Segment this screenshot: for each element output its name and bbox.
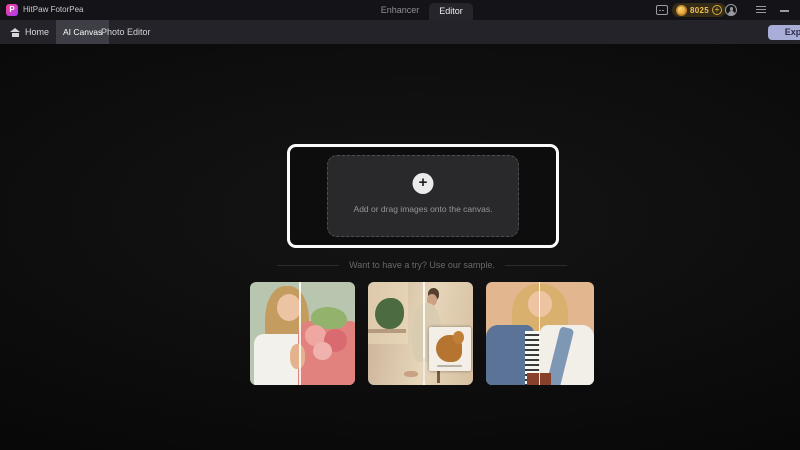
add-credits-button[interactable]: + xyxy=(712,5,722,15)
flower-shape xyxy=(313,341,332,361)
before-after-split-line xyxy=(422,282,425,385)
export-button[interactable]: Export xyxy=(768,25,800,40)
profile-head-shape xyxy=(729,7,733,11)
sample-image-add-dog[interactable] xyxy=(368,282,473,385)
image-dropzone[interactable]: + Add or drag images onto the canvas. xyxy=(327,155,519,237)
before-after-split-line xyxy=(538,282,541,385)
tab-enhancer[interactable]: Enhancer xyxy=(374,0,426,20)
dog-caption-mark xyxy=(437,364,463,367)
divider-line xyxy=(504,264,567,266)
nav-item-photo-editor[interactable]: Photo Editor xyxy=(97,20,155,44)
message-icon[interactable] xyxy=(656,5,668,15)
app-logo-icon: P xyxy=(6,4,18,16)
sample-image-flower-bouquet[interactable] xyxy=(250,282,355,385)
app-title: HitPaw FotorPea xyxy=(23,5,84,14)
add-image-plus-icon[interactable]: + xyxy=(412,173,434,194)
sample-prompt-row: Want to have a try? Use our sample. xyxy=(242,258,602,272)
credits-badge[interactable]: 8025 + xyxy=(672,3,726,17)
title-bar: P HitPaw FotorPea Enhancer Editor 8025 + xyxy=(0,0,800,20)
nav-item-home[interactable]: Home xyxy=(10,20,49,44)
home-icon xyxy=(10,28,20,37)
sample-prompt-text: Want to have a try? Use our sample. xyxy=(349,260,495,270)
plant-shape xyxy=(375,298,404,330)
dog-head-shape xyxy=(453,330,465,344)
dropzone-hint-text: Add or drag images onto the canvas. xyxy=(353,204,493,214)
dog-inset-photo xyxy=(428,327,471,371)
home-label: Home xyxy=(25,27,50,37)
profile-body-shape xyxy=(727,11,735,15)
message-dot xyxy=(659,9,661,11)
nav-bar: Home AI Canvas Photo Editor xyxy=(0,20,800,44)
tab-editor[interactable]: Editor xyxy=(429,3,473,20)
window-ledge-shape xyxy=(368,329,406,333)
divider-line xyxy=(277,264,340,266)
menu-icon[interactable] xyxy=(756,6,766,8)
minimize-icon[interactable] xyxy=(780,10,789,12)
credits-amount: 8025 xyxy=(690,5,709,15)
message-dot xyxy=(662,9,664,11)
hand-shape xyxy=(289,343,305,369)
before-after-split-line xyxy=(299,282,302,385)
editor-canvas[interactable]: + Add or drag images onto the canvas. Wa… xyxy=(0,44,800,450)
canvas-selection-frame: + Add or drag images onto the canvas. xyxy=(287,144,559,248)
feet-shape xyxy=(403,370,419,377)
profile-icon[interactable] xyxy=(725,4,737,16)
sample-image-outfit-swap[interactable] xyxy=(486,282,594,385)
coin-icon xyxy=(676,4,687,16)
